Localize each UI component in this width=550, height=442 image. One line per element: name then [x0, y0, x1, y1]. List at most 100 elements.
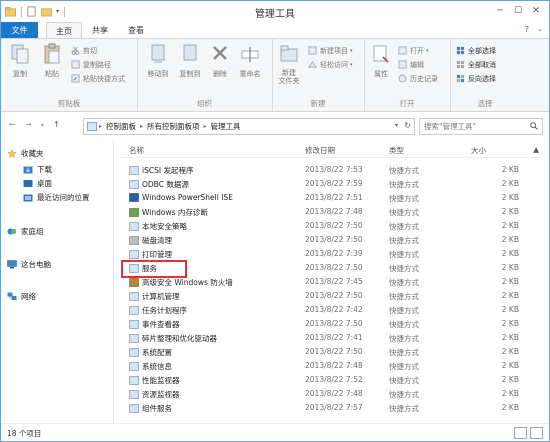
open-group: 属性 打开 ▾ 编辑 历史记录 打开: [364, 39, 451, 111]
file-size: 2 KB: [501, 333, 519, 342]
search-icon[interactable]: [530, 122, 538, 130]
tab-file[interactable]: 文件: [1, 22, 38, 38]
list-item[interactable]: 系统信息 2013/8/22 7:48 快捷方式 2 KB: [119, 359, 519, 373]
properties-label: 属性: [374, 70, 388, 78]
tab-share[interactable]: 共享: [86, 22, 114, 38]
nav-homegroup[interactable]: 家庭组: [7, 225, 44, 238]
file-type: 快捷方式: [389, 306, 419, 315]
chevron-right-icon: ▸: [99, 123, 103, 130]
scroll-up-arrow-icon[interactable]: ▲: [533, 145, 539, 154]
open-group-label: 打开: [399, 99, 415, 108]
search-input[interactable]: 搜索"管理工具": [419, 118, 543, 135]
nav-this-pc[interactable]: 这台电脑: [7, 258, 51, 271]
breadcrumb-control-panel[interactable]: 控制面板: [106, 121, 136, 132]
select-none-button[interactable]: 全部取消: [456, 59, 496, 70]
rename-button[interactable]: 重命名: [235, 43, 265, 79]
breadcrumb-all-items[interactable]: 所有控制面板项: [147, 121, 200, 132]
close-button[interactable]: ✕: [527, 4, 545, 18]
paste-button[interactable]: 粘贴: [37, 43, 67, 79]
cut-button[interactable]: 剪切: [71, 45, 97, 56]
back-arrow-icon[interactable]: ←: [9, 120, 16, 129]
column-name[interactable]: 名称: [129, 145, 144, 156]
list-item[interactable]: 本地安全策略 2013/8/22 7:50 快捷方式 2 KB: [119, 219, 519, 233]
new-item-button[interactable]: 新建项目 ▾: [308, 45, 353, 56]
shortcut-icon: [129, 208, 139, 217]
clipboard-group-label: 剪贴板: [57, 99, 81, 108]
chevron-down-icon[interactable]: ⌄: [537, 25, 543, 33]
column-date[interactable]: 修改日期: [305, 145, 335, 156]
file-size: 2 KB: [501, 305, 519, 314]
list-item[interactable]: 碎片整理和优化驱动器 2013/8/22 7:41 快捷方式 2 KB: [119, 331, 519, 345]
nav-recent[interactable]: 最近访问的位置: [23, 191, 90, 204]
tab-home[interactable]: 主页: [46, 22, 82, 39]
nav-network[interactable]: 网络: [7, 290, 36, 303]
easy-access-button[interactable]: 轻松访问 ▾: [308, 59, 353, 70]
nav-favorites[interactable]: 收藏夹: [7, 147, 44, 160]
details-view-icon[interactable]: [514, 427, 527, 439]
list-item[interactable]: 任务计划程序 2013/8/22 7:42 快捷方式 2 KB: [119, 303, 519, 317]
shortcut-icon: [129, 264, 139, 273]
address-dropdown-icon[interactable]: ▾: [395, 122, 398, 129]
column-size[interactable]: 大小: [471, 145, 486, 156]
list-item[interactable]: iSCSI 发起程序 2013/8/22 7:53 快捷方式 2 KB: [119, 163, 519, 177]
file-size: 2 KB: [501, 277, 519, 286]
nav-desktop[interactable]: 桌面: [23, 177, 52, 190]
title-bar: ▾ 管理工具 ─ ☐ ✕: [1, 1, 549, 22]
homegroup-icon: [7, 228, 17, 235]
file-date: 2013/8/22 7:41: [305, 333, 363, 342]
pane-divider[interactable]: [113, 141, 114, 423]
select-group: 全部选择 全部取消 反向选择 选择: [450, 39, 520, 111]
new-folder-button[interactable]: 新建 文件夹: [274, 43, 304, 85]
copy-to-button[interactable]: 复制到: [175, 43, 205, 79]
edit-button[interactable]: 编辑: [398, 59, 424, 70]
paste-label: 粘贴: [45, 70, 59, 78]
move-to-button[interactable]: 移动到: [143, 43, 173, 79]
file-type: 快捷方式: [389, 194, 419, 203]
help-icon[interactable]: ?: [525, 25, 529, 34]
list-item[interactable]: 组件服务 2013/8/22 7:57 快捷方式 2 KB: [119, 401, 519, 415]
maximize-button[interactable]: ☐: [509, 4, 527, 18]
list-item[interactable]: 系统配置 2013/8/22 7:50 快捷方式 2 KB: [119, 345, 519, 359]
recent-locations-chevron-icon[interactable]: ▾: [41, 122, 44, 129]
address-row: ← → ▾ ↑ ▸ 控制面板 ▸ 所有控制面板项 ▸ 管理工具 ▾ ↻ 搜索"管…: [1, 114, 549, 138]
list-item[interactable]: Windows 内存诊断 2013/8/22 7:48 快捷方式 2 KB: [119, 205, 519, 219]
nav-downloads[interactable]: 下载: [23, 163, 52, 176]
list-item[interactable]: 服务 2013/8/22 7:50 快捷方式 2 KB: [119, 260, 519, 278]
up-arrow-icon[interactable]: ↑: [53, 120, 60, 129]
properties-button[interactable]: 属性: [366, 43, 396, 79]
open-button[interactable]: 打开 ▾: [398, 45, 429, 56]
tab-view[interactable]: 查看: [121, 22, 151, 38]
control-panel-icon: [87, 122, 97, 131]
file-type: 快捷方式: [389, 250, 419, 259]
invert-selection-button[interactable]: 反向选择: [456, 73, 496, 84]
copy-path-button[interactable]: 复制路径: [71, 59, 111, 70]
list-item[interactable]: 性能监视器 2013/8/22 7:52 快捷方式 2 KB: [119, 373, 519, 387]
refresh-icon[interactable]: ↻: [404, 121, 411, 130]
list-item[interactable]: 磁盘清理 2013/8/22 7:50 快捷方式 2 KB: [119, 233, 519, 247]
list-item[interactable]: 高级安全 Windows 防火墙 2013/8/22 7:45 快捷方式 2 KB: [119, 275, 519, 289]
shortcut-icon: [129, 376, 139, 385]
copy-button[interactable]: 复制: [5, 43, 35, 79]
easy-access-icon: [308, 60, 317, 68]
history-button[interactable]: 历史记录: [398, 73, 438, 84]
ribbon-tabs: 文件 主页 共享 查看 ⌄ ?: [1, 22, 549, 39]
large-icons-view-icon[interactable]: [530, 427, 543, 439]
file-date: 2013/8/22 7:48: [305, 389, 363, 398]
list-item[interactable]: Windows PowerShell ISE 2013/8/22 7:51 快捷方式…: [119, 191, 519, 205]
breadcrumb-admin-tools[interactable]: 管理工具: [211, 121, 241, 132]
list-item[interactable]: 事件查看器 2013/8/22 7:50 快捷方式 2 KB: [119, 317, 519, 331]
list-item[interactable]: ODBC 数据源 2013/8/22 7:59 快捷方式 2 KB: [119, 177, 519, 191]
list-item[interactable]: 资源监视器 2013/8/22 7:48 快捷方式 2 KB: [119, 387, 519, 401]
paste-shortcut-button[interactable]: 粘贴快捷方式: [71, 73, 125, 84]
delete-button[interactable]: 删除: [205, 43, 235, 79]
file-date: 2013/8/22 7:42: [305, 305, 363, 314]
forward-arrow-icon[interactable]: →: [25, 120, 32, 129]
select-all-button[interactable]: 全部选择: [456, 45, 496, 56]
minimize-button[interactable]: ─: [491, 4, 509, 18]
address-bar[interactable]: ▸ 控制面板 ▸ 所有控制面板项 ▸ 管理工具 ▾ ↻: [83, 118, 415, 135]
column-type[interactable]: 类型: [389, 145, 404, 156]
open-label: 打开: [410, 46, 424, 55]
list-item[interactable]: 打印管理 2013/8/22 7:39 快捷方式 2 KB: [119, 247, 519, 261]
chevron-down-icon: ▾: [426, 47, 429, 54]
list-item[interactable]: 计算机管理 2013/8/22 7:50 快捷方式 2 KB: [119, 289, 519, 303]
